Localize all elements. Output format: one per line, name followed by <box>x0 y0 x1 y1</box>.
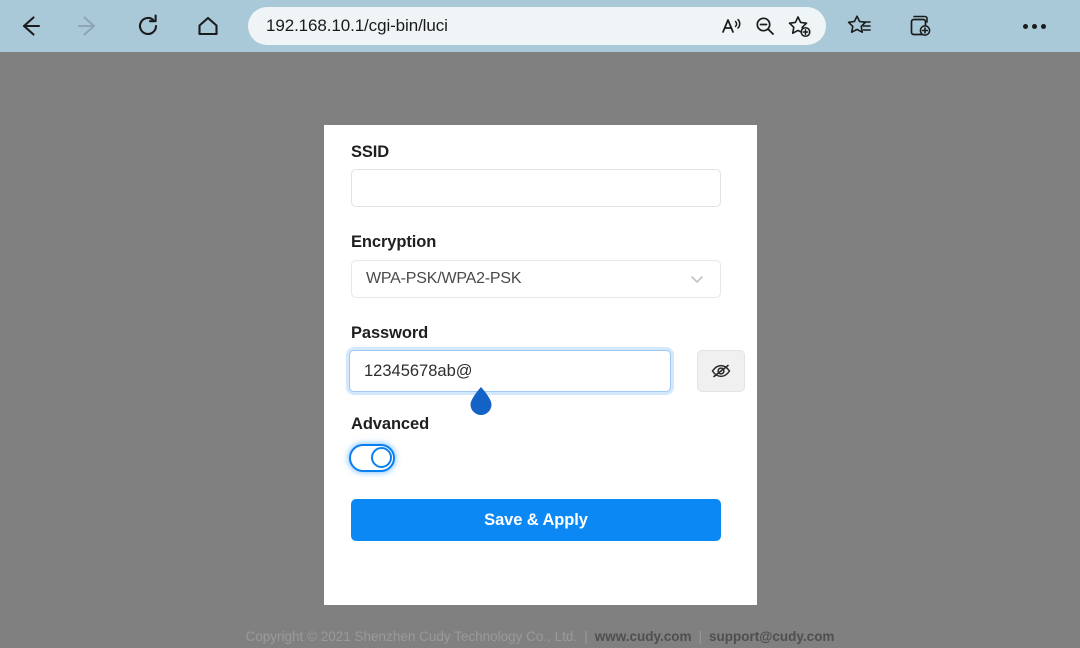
eye-off-icon <box>711 364 731 378</box>
ellipsis-icon <box>1022 23 1046 29</box>
refresh-icon <box>138 14 158 35</box>
teardrop-caret-icon <box>470 387 492 415</box>
advanced-toggle-switch[interactable] <box>349 444 395 472</box>
zoom-out-icon <box>756 17 774 35</box>
password-field-row <box>349 350 745 392</box>
encryption-label: Encryption <box>351 233 437 251</box>
add-favorite-button[interactable] <box>782 9 816 43</box>
favorites-star-icon <box>847 15 871 33</box>
password-input[interactable] <box>349 350 671 392</box>
advanced-label: Advanced <box>351 415 430 433</box>
forward-button[interactable] <box>66 4 110 48</box>
collections-add-icon <box>910 15 931 36</box>
encryption-selected-value: WPA-PSK/WPA2-PSK <box>366 270 522 287</box>
footer-separator-2: | <box>698 628 703 644</box>
ssid-label: SSID <box>351 143 390 161</box>
ssid-input[interactable] <box>351 169 721 207</box>
home-button[interactable] <box>186 4 230 48</box>
read-aloud-icon <box>722 18 741 33</box>
url-text[interactable]: 192.168.10.1/cgi-bin/luci <box>266 16 714 36</box>
forward-arrow-icon <box>77 16 96 36</box>
advanced-toggle-knob <box>371 447 392 468</box>
page-footer: Copyright © 2021 Shenzhen Cudy Technolog… <box>0 624 1080 648</box>
back-button[interactable] <box>8 4 52 48</box>
add-favorite-icon <box>788 15 811 37</box>
read-aloud-button[interactable] <box>714 9 748 43</box>
page-overlay: SSID Encryption WPA-PSK/WPA2-PSK Passwor… <box>0 52 1080 648</box>
footer-copyright: Copyright © 2021 Shenzhen Cudy Technolog… <box>245 628 578 644</box>
password-visibility-toggle[interactable] <box>697 350 745 392</box>
text-cursor-handle[interactable] <box>468 386 494 417</box>
footer-separator-1: | <box>584 628 588 644</box>
home-icon <box>198 16 218 36</box>
refresh-button[interactable] <box>126 4 170 48</box>
browser-actions <box>838 4 1056 48</box>
footer-website-link[interactable]: www.cudy.com <box>595 629 692 644</box>
favorites-button[interactable] <box>838 4 882 48</box>
address-bar[interactable]: 192.168.10.1/cgi-bin/luci <box>248 7 826 45</box>
browser-toolbar: 192.168.10.1/cgi-bin/luci <box>0 0 1080 52</box>
collections-button[interactable] <box>898 4 942 48</box>
chevron-down-icon <box>691 276 703 283</box>
back-arrow-icon <box>22 16 41 36</box>
encryption-select[interactable]: WPA-PSK/WPA2-PSK <box>351 260 721 298</box>
save-apply-button[interactable]: Save & Apply <box>351 499 721 541</box>
wifi-settings-card: SSID Encryption WPA-PSK/WPA2-PSK Passwor… <box>324 125 757 605</box>
zoom-out-button[interactable] <box>748 9 782 43</box>
footer-email-link[interactable]: support@cudy.com <box>709 629 834 644</box>
password-label: Password <box>351 324 429 342</box>
more-options-button[interactable] <box>1012 4 1056 48</box>
